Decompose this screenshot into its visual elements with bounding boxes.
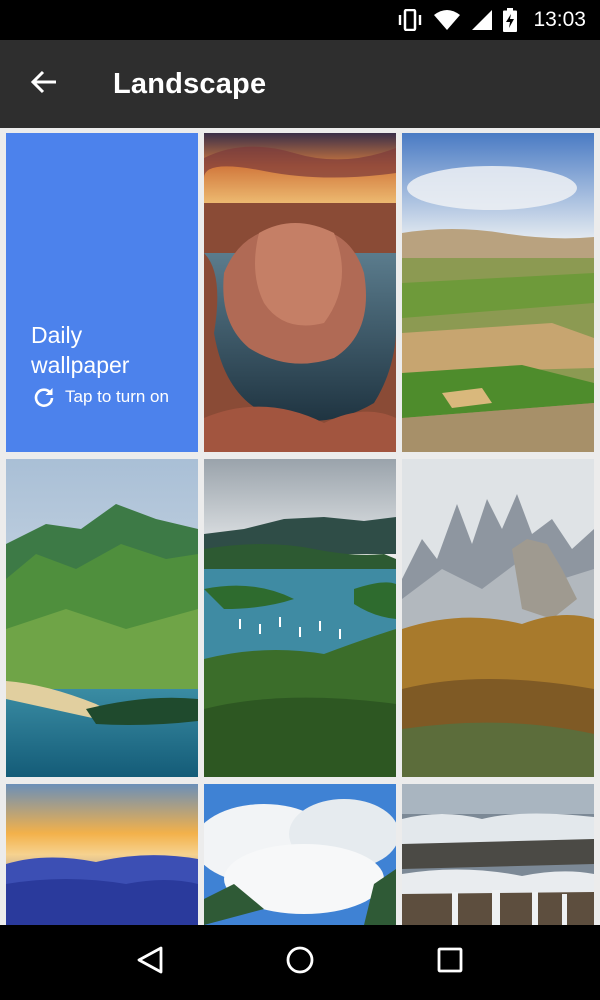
- wallpaper-grid: Daily wallpaper Tap to turn on: [0, 128, 600, 925]
- arrow-back-icon: [30, 68, 58, 101]
- status-time: 13:03: [533, 8, 586, 31]
- clouds-sky-image: [204, 784, 396, 925]
- sunset-fog-image: [6, 784, 198, 925]
- coastal-mountains-image: [6, 459, 198, 777]
- daily-title-line2: wallpaper: [31, 352, 130, 378]
- daily-action-label: Tap to turn on: [65, 387, 169, 406]
- wallpaper-tile[interactable]: [6, 784, 198, 925]
- app-bar: Landscape: [0, 40, 600, 128]
- nav-recents-button[interactable]: [420, 933, 480, 993]
- canyon-bend-image: [204, 133, 396, 452]
- wifi-icon: [433, 9, 461, 31]
- green-valley-image: [402, 133, 594, 452]
- wallpaper-tile[interactable]: [402, 459, 594, 777]
- back-button[interactable]: [0, 40, 88, 128]
- wallpaper-tile[interactable]: [402, 784, 594, 925]
- wallpaper-tile[interactable]: [402, 133, 594, 452]
- navigation-bar: [0, 925, 600, 1000]
- daily-wallpaper-title: Daily wallpaper: [31, 320, 129, 380]
- wallpaper-tile[interactable]: [204, 133, 396, 452]
- daily-wallpaper-tile[interactable]: Daily wallpaper Tap to turn on: [6, 133, 198, 452]
- waterfall-snow-image: [402, 784, 594, 925]
- wallpaper-tile[interactable]: [6, 459, 198, 777]
- home-circle-icon: [285, 945, 315, 980]
- daily-action[interactable]: Tap to turn on: [33, 386, 175, 408]
- refresh-icon: [33, 386, 55, 408]
- wallpaper-tile[interactable]: [204, 459, 396, 777]
- recents-square-icon: [436, 946, 464, 979]
- page-title: Landscape: [113, 67, 267, 100]
- vibrate-icon: [397, 9, 423, 31]
- daily-title-line1: Daily: [31, 322, 83, 348]
- cell-signal-icon: [471, 9, 493, 31]
- wallpaper-tile[interactable]: [204, 784, 396, 925]
- nav-home-button[interactable]: [270, 933, 330, 993]
- harbor-bay-image: [204, 459, 396, 777]
- nav-back-button[interactable]: [120, 933, 180, 993]
- rocky-peaks-image: [402, 459, 594, 777]
- battery-charging-icon: [503, 8, 518, 32]
- back-triangle-icon: [136, 945, 164, 980]
- status-bar: 13:03: [0, 0, 600, 40]
